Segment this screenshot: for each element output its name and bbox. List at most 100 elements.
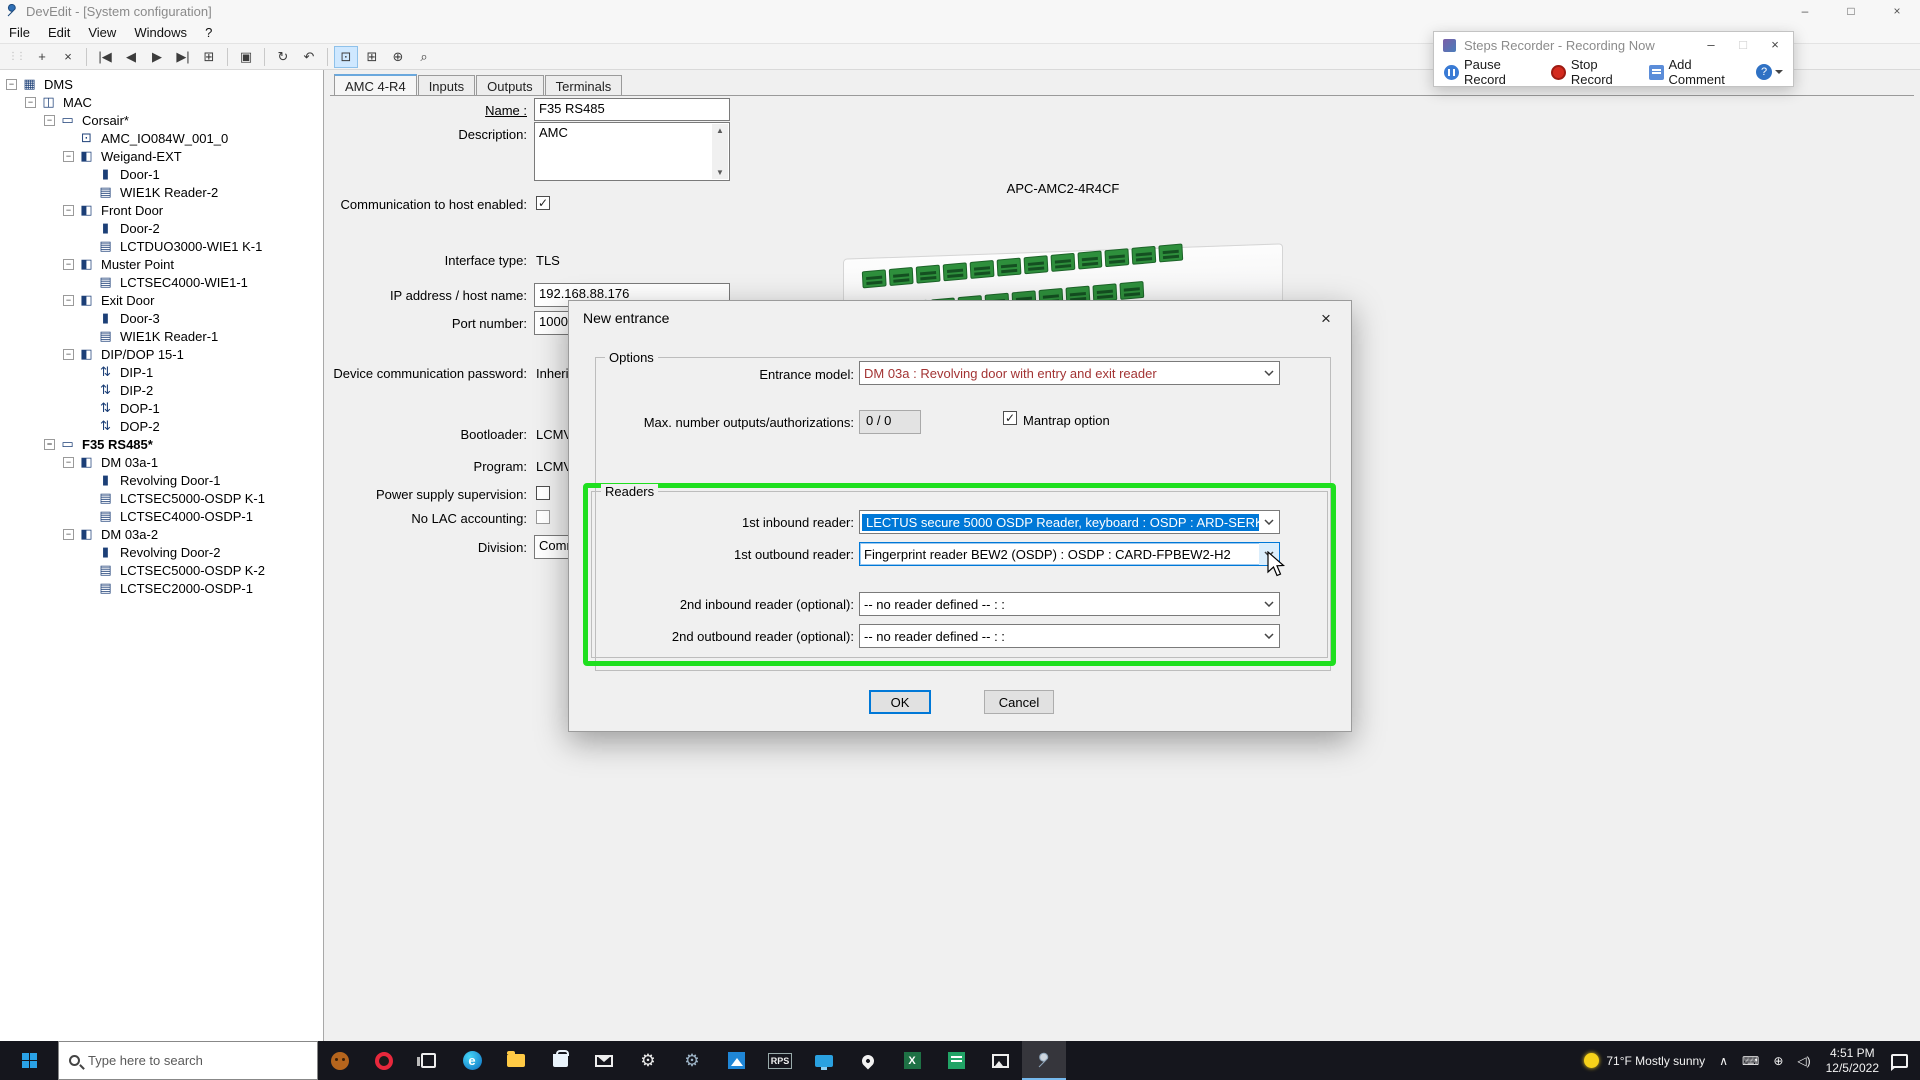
edge-icon[interactable]: e: [450, 1041, 494, 1080]
save-icon[interactable]: ▣: [234, 46, 258, 68]
tree-collapse-icon[interactable]: −: [63, 151, 74, 162]
go-first-icon[interactable]: |◀: [93, 46, 117, 68]
undo-icon[interactable]: ↶: [297, 46, 321, 68]
no-lac-checkbox[interactable]: [536, 510, 550, 524]
reader-icon: ▤: [97, 490, 114, 506]
tree-item-dms[interactable]: −▦DMS: [0, 75, 323, 93]
comm-to-host-checkbox[interactable]: ✓: [536, 196, 550, 210]
refresh-icon[interactable]: ↻: [271, 46, 295, 68]
devedit-wrench-icon[interactable]: [1022, 1041, 1066, 1080]
store-icon[interactable]: [538, 1041, 582, 1080]
close-icon[interactable]: ×: [1874, 0, 1920, 22]
search-icon[interactable]: ⌕: [412, 46, 436, 68]
pause-record-button[interactable]: Pause Record: [1444, 57, 1537, 87]
chevron-down-icon[interactable]: [1259, 511, 1279, 533]
first-outbound-reader-combobox[interactable]: Fingerprint reader BEW2 (OSDP) : OSDP : …: [859, 542, 1280, 566]
menu-[interactable]: ?: [196, 23, 221, 42]
network-icon[interactable]: ⊕: [1766, 1054, 1790, 1068]
tab-terminals[interactable]: Terminals: [545, 75, 623, 95]
system-gear-icon[interactable]: ⚙: [670, 1041, 714, 1080]
display-icon[interactable]: [802, 1041, 846, 1080]
rps-icon[interactable]: RPS: [758, 1041, 802, 1080]
scroll-up-icon[interactable]: ▲: [716, 126, 724, 135]
org-view-icon[interactable]: ⊞: [360, 46, 384, 68]
tree-collapse-icon[interactable]: −: [44, 115, 55, 126]
device-view-icon[interactable]: ⊡: [334, 46, 358, 68]
notification-center-icon[interactable]: [1891, 1054, 1908, 1068]
menu-view[interactable]: View: [79, 23, 125, 42]
touch-keyboard-icon[interactable]: ⌨: [1735, 1054, 1766, 1068]
second-outbound-reader-combobox[interactable]: -- no reader defined -- : :: [859, 624, 1280, 648]
add-icon[interactable]: +: [30, 46, 54, 68]
locate-icon[interactable]: ⊕: [386, 46, 410, 68]
tree-collapse-icon[interactable]: −: [63, 349, 74, 360]
excel-icon[interactable]: X: [890, 1041, 934, 1080]
maximize-icon[interactable]: □: [1828, 0, 1874, 22]
delete-icon[interactable]: ×: [56, 46, 80, 68]
minimize-icon[interactable]: –: [1782, 0, 1828, 22]
cancel-button[interactable]: Cancel: [984, 690, 1054, 714]
tree-item-weigand-ext[interactable]: −◧Weigand-EXT: [0, 147, 323, 165]
second-inbound-reader-combobox[interactable]: -- no reader defined -- : :: [859, 592, 1280, 616]
power-supply-checkbox[interactable]: [536, 486, 550, 500]
start-button[interactable]: [0, 1041, 58, 1080]
sheet-icon[interactable]: [934, 1041, 978, 1080]
dialog-close-icon[interactable]: ×: [1309, 307, 1343, 331]
image-viewer-icon[interactable]: [978, 1041, 1022, 1080]
description-input[interactable]: AMC ▲▼: [534, 122, 730, 181]
tree-collapse-icon[interactable]: −: [44, 439, 55, 450]
entrance-model-combobox[interactable]: DM 03a : Revolving door with entry and e…: [859, 361, 1280, 385]
go-last-icon[interactable]: ▶|: [171, 46, 195, 68]
stop-record-button[interactable]: Stop Record: [1551, 57, 1635, 87]
tree-item-door-1[interactable]: ▮Door-1: [0, 165, 323, 183]
tree-item-lctsec5000-osdp-k-2[interactable]: ▤LCTSEC5000-OSDP K-2: [0, 561, 323, 579]
tree-collapse-icon[interactable]: −: [63, 205, 74, 216]
scroll-down-icon[interactable]: ▼: [716, 168, 724, 177]
tree-item-lctsec2000-osdp-1[interactable]: ▤LCTSEC2000-OSDP-1: [0, 579, 323, 597]
help-menu-button[interactable]: ?: [1756, 64, 1783, 80]
tree-collapse-icon[interactable]: −: [6, 79, 17, 90]
tree-collapse-icon[interactable]: −: [25, 97, 36, 108]
tree-item-dop-1[interactable]: ⇅DOP-1: [0, 399, 323, 417]
tree-collapse-icon[interactable]: −: [63, 529, 74, 540]
name-input[interactable]: F35 RS485: [534, 98, 730, 121]
tree-view-icon[interactable]: ⊞: [197, 46, 221, 68]
tree-collapse-icon[interactable]: −: [63, 295, 74, 306]
add-comment-button[interactable]: Add Comment: [1649, 57, 1742, 87]
chevron-down-icon[interactable]: [1259, 593, 1279, 615]
mantrap-checkbox[interactable]: ✓: [1003, 411, 1017, 425]
menu-edit[interactable]: Edit: [39, 23, 79, 42]
chevron-down-icon[interactable]: [1259, 625, 1279, 647]
mail-icon[interactable]: [582, 1041, 626, 1080]
task-view-icon[interactable]: [406, 1041, 450, 1080]
menu-file[interactable]: File: [0, 23, 39, 42]
taskbar-search[interactable]: Type here to search: [58, 1041, 318, 1080]
hidden-icons-chevron[interactable]: ∧: [1712, 1054, 1735, 1068]
photos-icon[interactable]: [714, 1041, 758, 1080]
tab-amc-4-r4[interactable]: AMC 4-R4: [334, 74, 417, 96]
volume-icon[interactable]: ◁): [1790, 1054, 1817, 1068]
go-next-icon[interactable]: ▶: [145, 46, 169, 68]
tree-item-door-2[interactable]: ▮Door-2: [0, 219, 323, 237]
tree-item-dip-2[interactable]: ⇅DIP-2: [0, 381, 323, 399]
tree-collapse-icon[interactable]: −: [63, 259, 74, 270]
taskbar-clock[interactable]: 4:51 PM 12/5/2022: [1818, 1046, 1887, 1076]
description-scrollbar[interactable]: ▲▼: [712, 124, 728, 179]
weather-widget[interactable]: 71°F Mostly sunny: [1577, 1053, 1712, 1068]
tab-outputs[interactable]: Outputs: [476, 75, 544, 95]
settings-icon[interactable]: ⚙: [626, 1041, 670, 1080]
steps-minimize-icon[interactable]: –: [1695, 32, 1727, 56]
steps-close-icon[interactable]: ×: [1759, 32, 1791, 56]
ok-button[interactable]: OK: [869, 690, 931, 714]
go-previous-icon[interactable]: ◀: [119, 46, 143, 68]
maps-icon[interactable]: [846, 1041, 890, 1080]
tree-collapse-icon[interactable]: −: [63, 457, 74, 468]
chevron-down-icon[interactable]: [1259, 362, 1279, 384]
first-inbound-reader-combobox[interactable]: LECTUS secure 5000 OSDP Reader, keyboard…: [859, 510, 1280, 534]
gingerbread-icon[interactable]: [318, 1041, 362, 1080]
tab-inputs[interactable]: Inputs: [418, 75, 475, 95]
menu-windows[interactable]: Windows: [125, 23, 196, 42]
tree-item-dip-dop-15-1[interactable]: −◧DIP/DOP 15-1: [0, 345, 323, 363]
opera-icon[interactable]: [362, 1041, 406, 1080]
file-explorer-icon[interactable]: [494, 1041, 538, 1080]
